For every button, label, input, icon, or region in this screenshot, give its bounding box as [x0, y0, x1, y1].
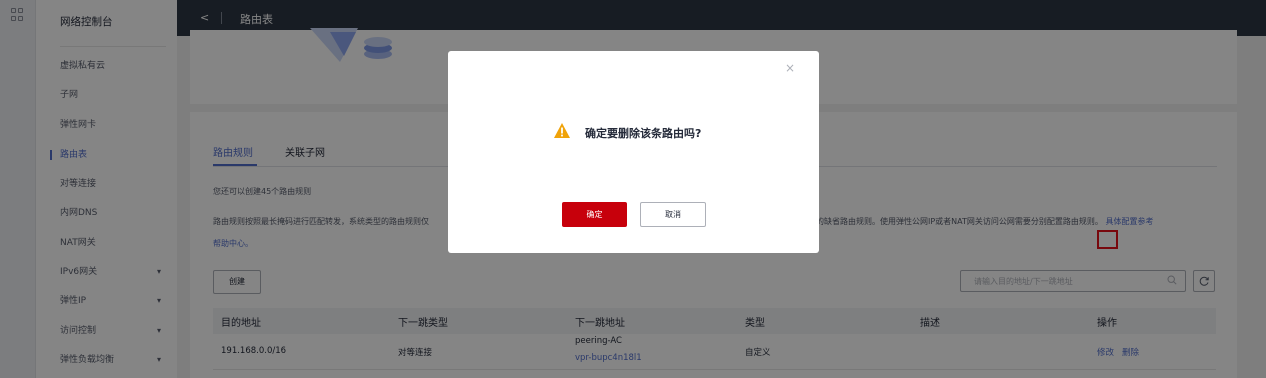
cancel-button[interactable]: 取消 [640, 202, 706, 227]
dialog-message: 确定要删除该条路由吗? [585, 127, 702, 140]
warning-icon [554, 123, 570, 138]
confirm-button[interactable]: 确定 [562, 202, 627, 227]
confirm-delete-dialog: × 确定要删除该条路由吗? 确定 取消 [448, 51, 819, 253]
close-icon[interactable]: × [785, 61, 795, 75]
